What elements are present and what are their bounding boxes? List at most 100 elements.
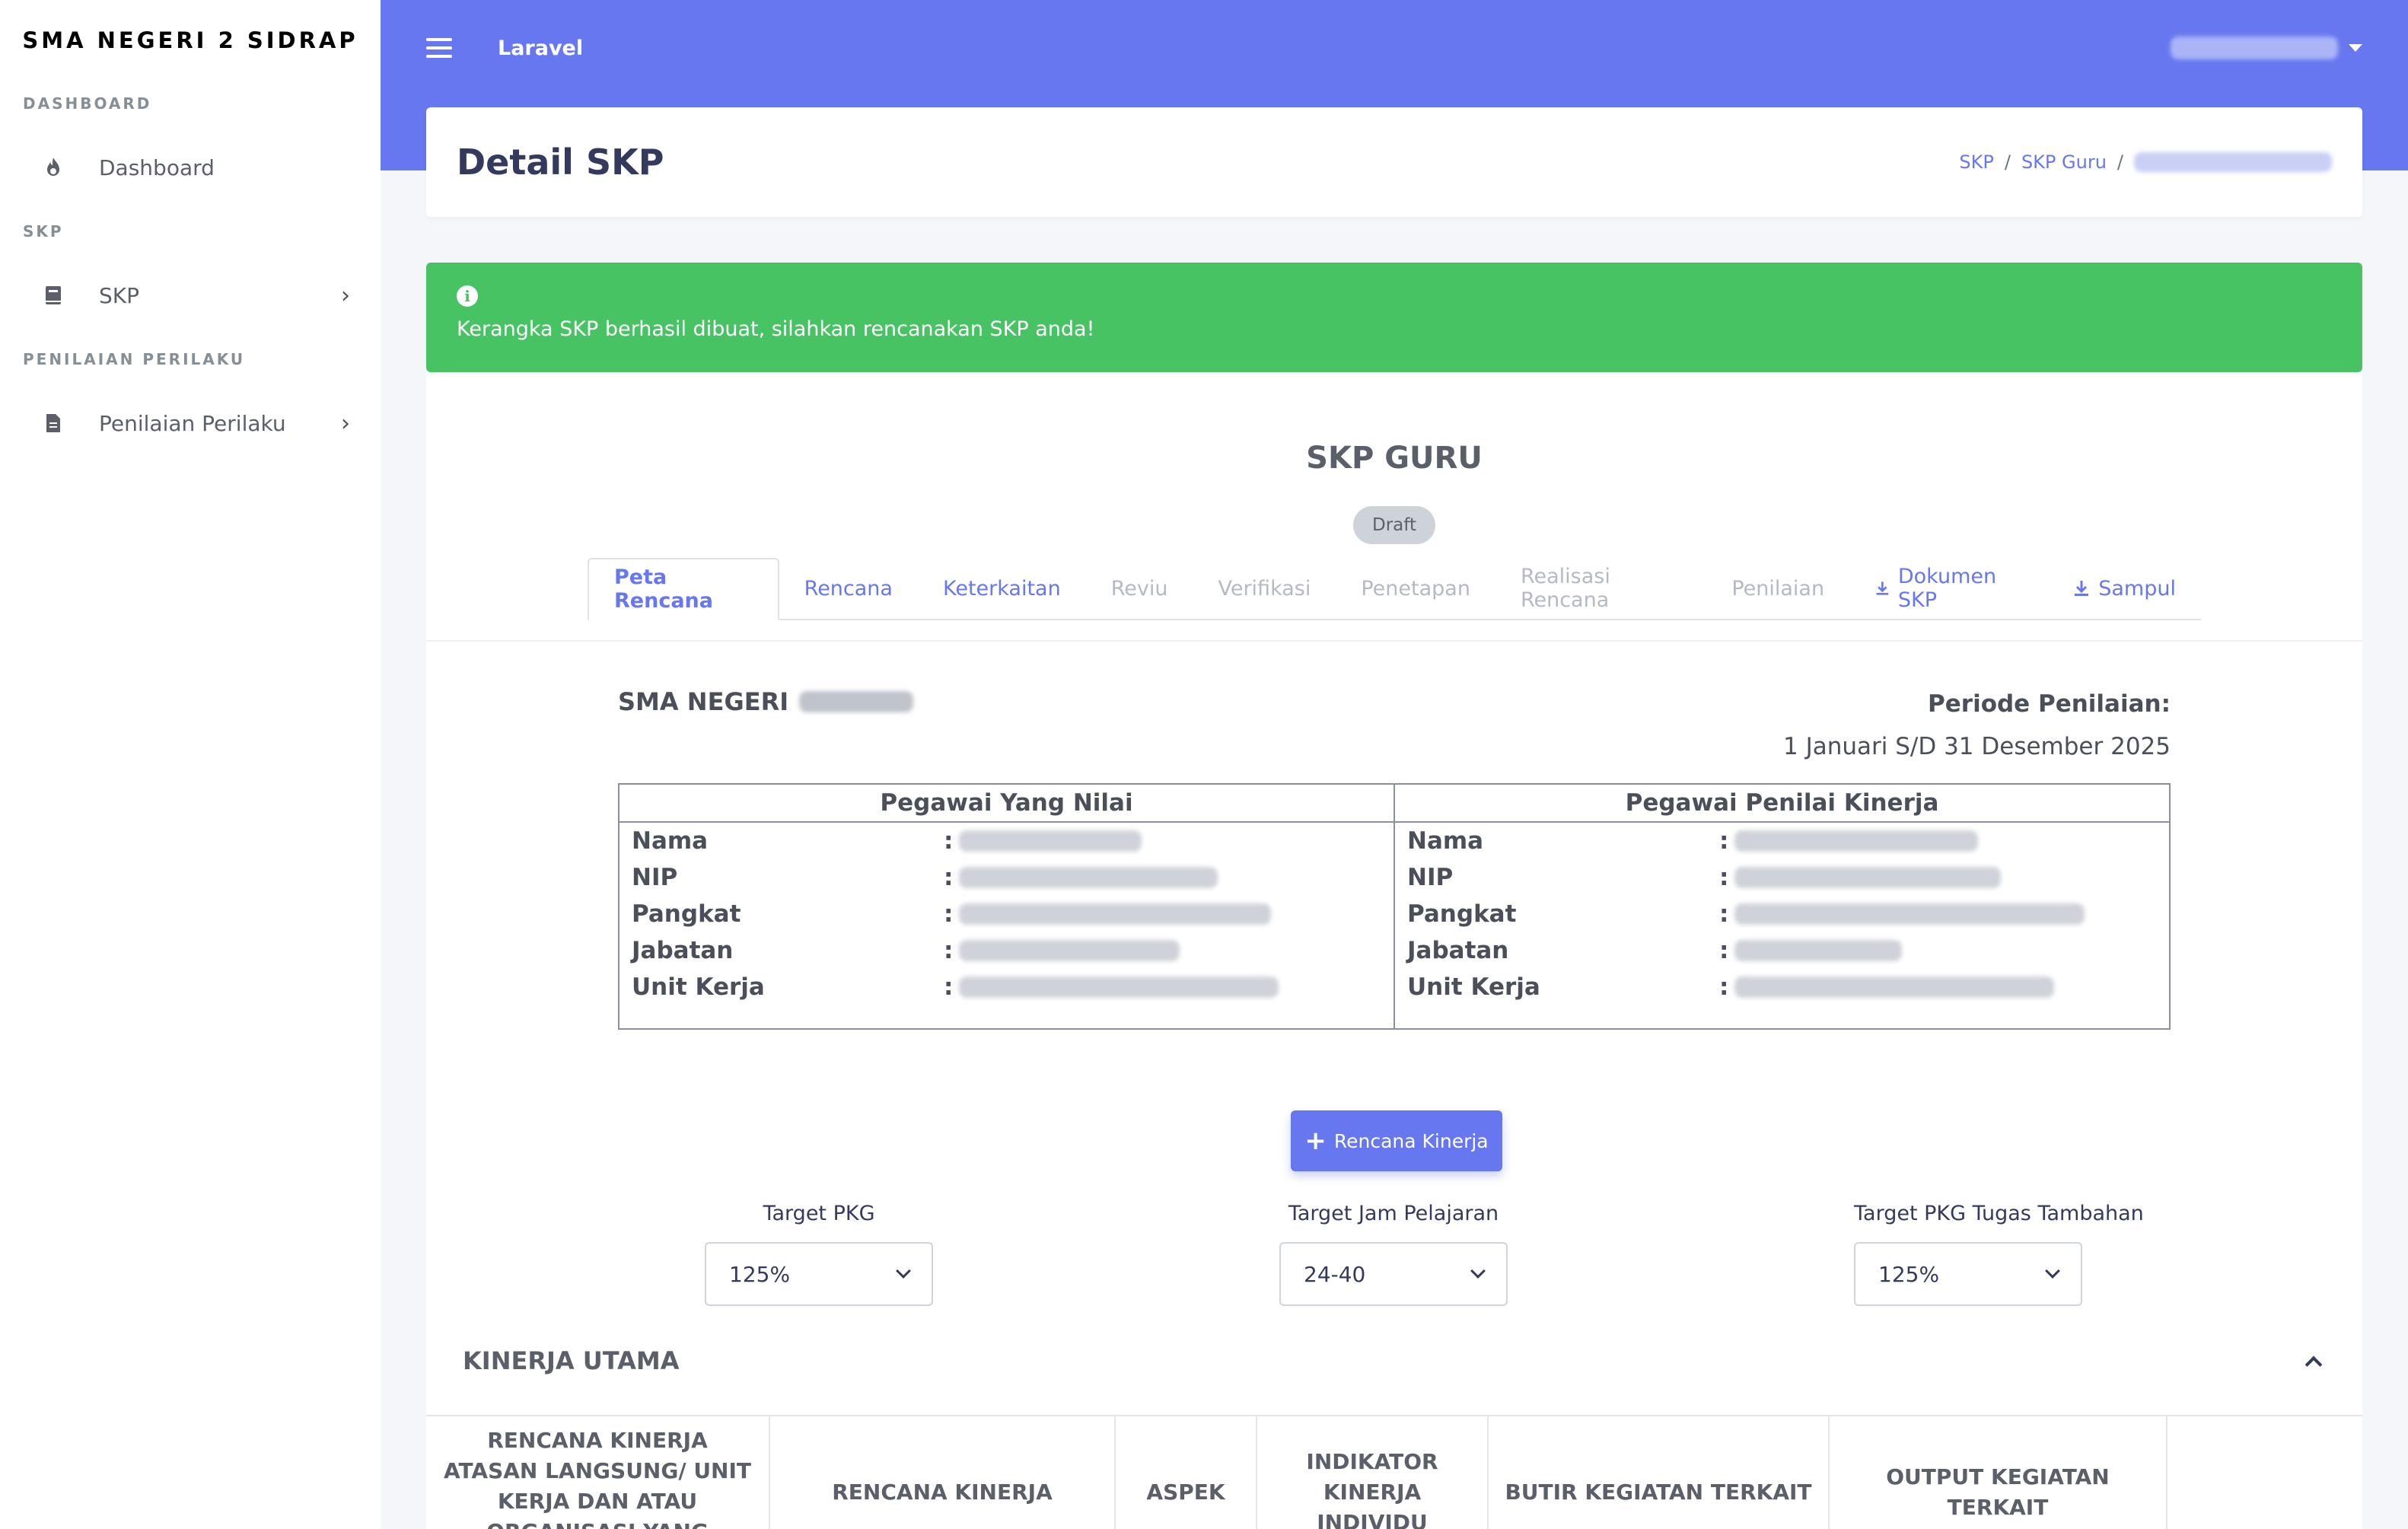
column-header: ASPEK xyxy=(1116,1416,1257,1529)
tab-penilaian[interactable]: Penilaian xyxy=(1706,558,1849,619)
breadcrumb-item-skp-guru[interactable]: SKP Guru xyxy=(2021,151,2107,173)
tab-verifikasi[interactable]: Verifikasi xyxy=(1193,558,1336,619)
section-header: Detail SKP SKP / SKP Guru / xyxy=(426,107,2362,217)
field-label: NIP xyxy=(1407,864,1454,891)
menu-header-penilaian: PENILAIAN PERILAKU xyxy=(23,350,246,368)
chevron-down-icon xyxy=(896,1263,911,1279)
org-name: SMA NEGERI xyxy=(618,687,914,716)
tab-bar: Peta Rencana Rencana Keterkaitan Reviu V… xyxy=(588,558,2201,620)
redacted-value xyxy=(1734,903,2085,925)
pegawai-table: Pegawai Yang Nilai Nama: NIP: Pangkat: J… xyxy=(618,783,2171,1030)
tab-label: Realisasi Rencana xyxy=(1520,565,1610,612)
redacted-value xyxy=(959,867,1218,888)
select-value: 125% xyxy=(729,1261,791,1287)
add-rencana-kinerja-button[interactable]: + Rencana Kinerja xyxy=(1291,1110,1502,1171)
redacted-value xyxy=(959,940,1180,961)
org-name-redacted xyxy=(799,691,914,712)
periode-label: Periode Penilaian: xyxy=(1928,690,2171,718)
field-label: NIP xyxy=(632,864,678,891)
sidebar-brand[interactable]: SMA NEGERI 2 SIDRAP xyxy=(0,0,381,81)
breadcrumb-separator: / xyxy=(2117,151,2123,173)
sidebar-item-dashboard[interactable]: Dashboard xyxy=(0,126,381,209)
target-jam-pelajaran-select[interactable]: 24-40 xyxy=(1279,1242,1508,1306)
tab-keterkaitan[interactable]: Keterkaitan xyxy=(918,558,1086,619)
redacted-value xyxy=(1734,976,2054,998)
tab-label: Peta Rencana xyxy=(614,565,713,613)
field-colon: : xyxy=(1719,937,1729,964)
tab-label: Sampul xyxy=(2098,576,2176,600)
book-icon xyxy=(40,282,67,309)
table-row: Nama: xyxy=(620,823,1394,859)
field-colon: : xyxy=(944,900,954,928)
table-row: Jabatan: xyxy=(1395,932,2169,969)
file-icon xyxy=(40,409,67,437)
menu-header-dashboard: DASHBOARD xyxy=(23,94,152,113)
caret-down-icon xyxy=(2349,44,2362,52)
breadcrumb-item-skp[interactable]: SKP xyxy=(1959,151,1993,173)
kinerja-utama-title: KINERJA UTAMA xyxy=(463,1346,680,1375)
redacted-value xyxy=(959,830,1142,852)
chevron-down-icon xyxy=(2045,1263,2060,1279)
column-header: RENCANA KINERJA xyxy=(770,1416,1116,1529)
select-value: 125% xyxy=(1878,1261,1940,1287)
select-value: 24-40 xyxy=(1304,1261,1366,1287)
periode-value: 1 Januari S/D 31 Desember 2025 xyxy=(1783,733,2171,760)
sidebar-item-label: SKP xyxy=(99,282,140,308)
field-colon: : xyxy=(944,827,954,855)
target-pkg-select[interactable]: 125% xyxy=(705,1242,933,1306)
download-icon xyxy=(1876,581,1889,595)
fire-icon xyxy=(40,154,67,181)
pegawai-penilai-kinerja-column: Pegawai Penilai Kinerja Nama: NIP: Pangk… xyxy=(1395,785,2169,1028)
kinerja-utama-header[interactable]: KINERJA UTAMA xyxy=(463,1346,2326,1375)
tab-label: Reviu xyxy=(1110,576,1168,600)
field-colon: : xyxy=(944,937,954,964)
redacted-value xyxy=(1734,867,2001,888)
breadcrumb: SKP / SKP Guru / xyxy=(1959,151,2332,173)
field-colon: : xyxy=(1719,973,1729,1001)
chevron-right-icon: › xyxy=(341,282,350,309)
column-header: OUTPUT KEGIATAN TERKAIT xyxy=(1830,1416,2168,1529)
field-colon: : xyxy=(1719,864,1729,891)
table-row: NIP: xyxy=(1395,859,2169,896)
breadcrumb-current-redacted xyxy=(2134,152,2332,172)
target-pkg-tugas-tambahan-select[interactable]: 125% xyxy=(1854,1242,2082,1306)
tab-sampul[interactable]: Sampul xyxy=(2047,558,2201,619)
column-header: RENCANA KINERJA ATASAN LANGSUNG/ UNIT KE… xyxy=(426,1416,770,1529)
field-colon: : xyxy=(944,864,954,891)
org-name-text: SMA NEGERI xyxy=(618,687,789,716)
chevron-up-icon[interactable] xyxy=(2304,1355,2323,1374)
column-header: Pegawai Yang Nilai xyxy=(620,785,1394,823)
tab-rencana[interactable]: Rencana xyxy=(779,558,918,619)
target-pkg-group: Target PKG 125% xyxy=(705,1202,933,1306)
download-icon xyxy=(2075,581,2089,596)
tab-reviu[interactable]: Reviu xyxy=(1086,558,1193,619)
hamburger-menu-icon[interactable] xyxy=(426,38,452,58)
success-alert: i Kerangka SKP berhasil dibuat, silahkan… xyxy=(426,263,2362,372)
user-name-redacted xyxy=(2171,37,2338,59)
field-label: Unit Kerja xyxy=(632,973,765,1001)
card-title: SKP GURU xyxy=(1306,441,1483,476)
field-label: Pangkat xyxy=(632,900,741,928)
sidebar-item-penilaian-perilaku[interactable]: Penilaian Perilaku › xyxy=(0,382,381,464)
tab-peta-rencana[interactable]: Peta Rencana xyxy=(588,558,779,620)
app-name[interactable]: Laravel xyxy=(498,37,583,60)
tab-label: Penilaian xyxy=(1731,576,1825,600)
column-header xyxy=(2168,1416,2362,1529)
user-dropdown[interactable] xyxy=(2171,37,2362,59)
field-label: Pangkat xyxy=(1407,900,1517,928)
column-header: Pegawai Penilai Kinerja xyxy=(1395,785,2169,823)
target-pkg-label: Target PKG xyxy=(763,1202,875,1225)
tab-realisasi-rencana[interactable]: Realisasi Rencana xyxy=(1495,558,1706,619)
status-badge: Draft xyxy=(1353,506,1435,544)
kinerja-table-header: RENCANA KINERJA ATASAN LANGSUNG/ UNIT KE… xyxy=(426,1415,2362,1529)
tab-dokumen-skp[interactable]: Dokumen SKP xyxy=(1849,558,2047,619)
sidebar-item-label: Penilaian Perilaku xyxy=(99,410,286,436)
sidebar-item-label: Dashboard xyxy=(99,154,215,180)
sidebar-item-skp[interactable]: SKP › xyxy=(0,254,381,336)
column-header: INDIKATOR KINERJA INDIVIDU xyxy=(1257,1416,1489,1529)
field-label: Nama xyxy=(632,827,709,855)
tab-penetapan[interactable]: Penetapan xyxy=(1336,558,1495,619)
alert-message: Kerangka SKP berhasil dibuat, silahkan r… xyxy=(457,317,1095,341)
redacted-value xyxy=(1734,830,1978,852)
field-label: Nama xyxy=(1407,827,1484,855)
